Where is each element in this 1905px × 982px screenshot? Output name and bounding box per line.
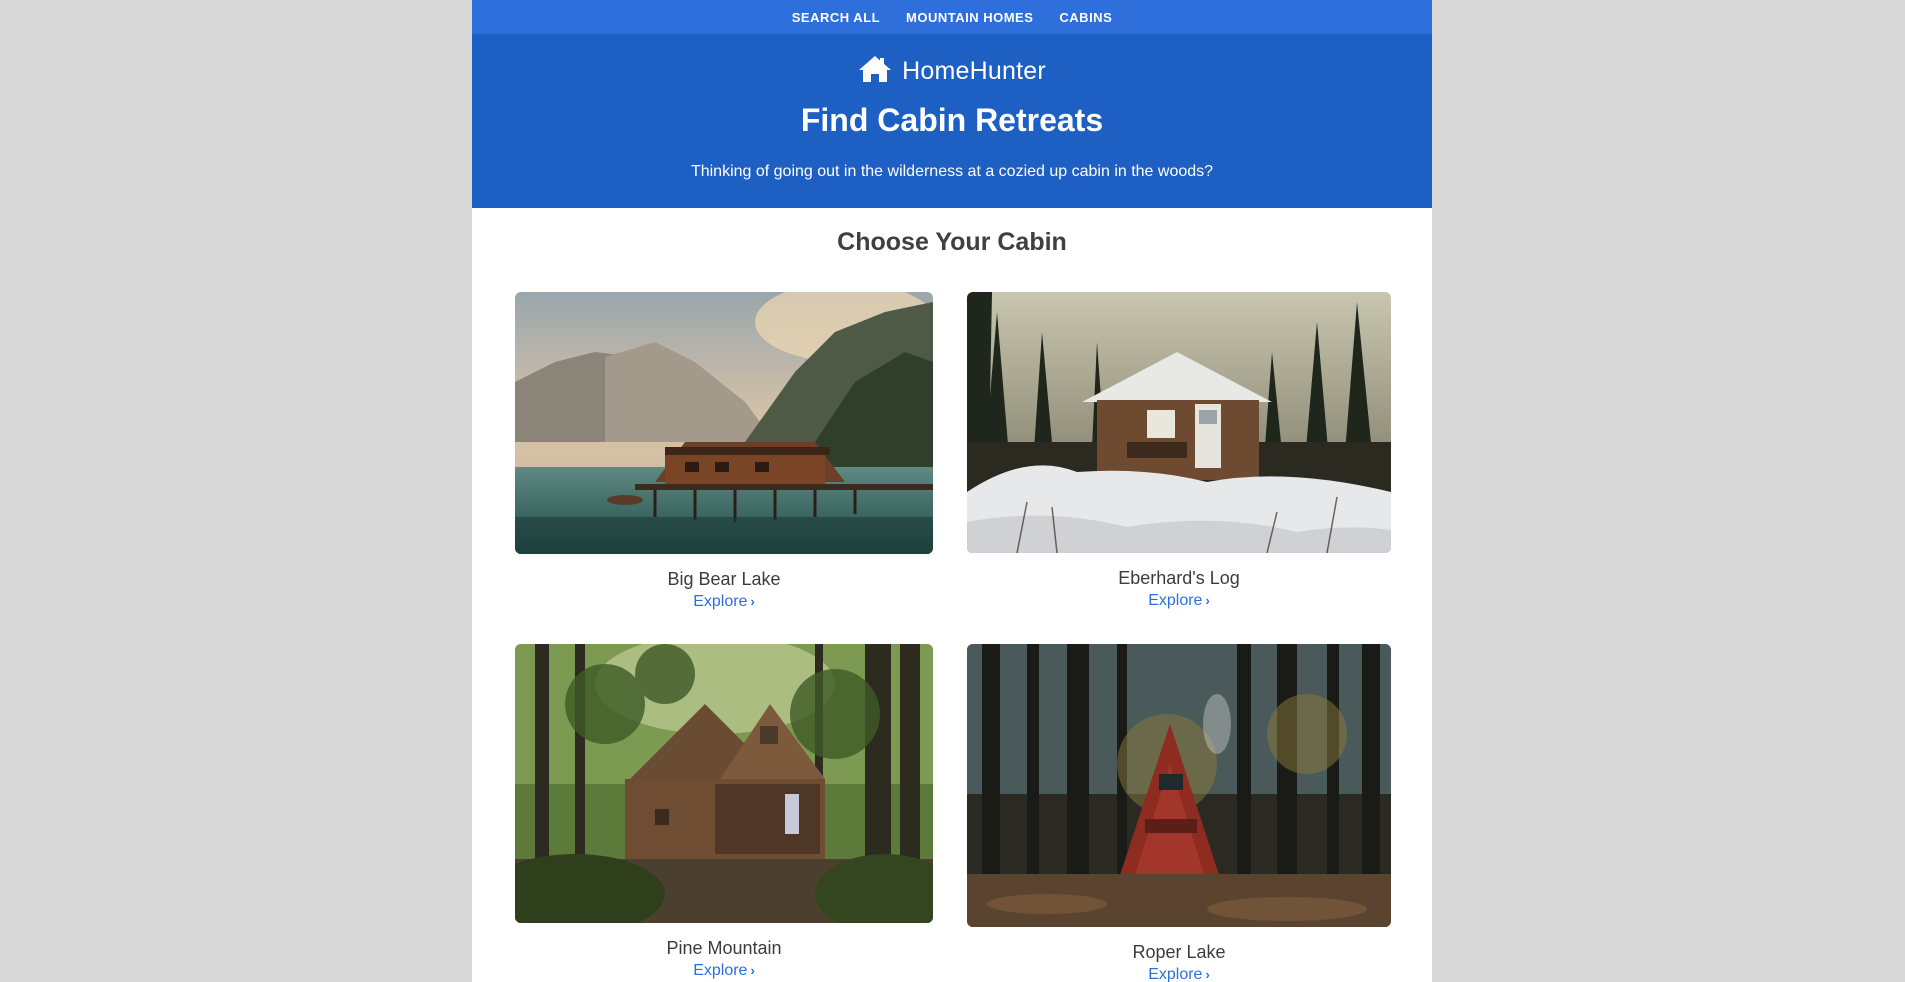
house-icon (858, 54, 892, 89)
cabin-card-eberhards-log: Eberhard's Log Explore › (967, 292, 1391, 610)
cabin-card-pine-mountain: Pine Mountain Explore › (515, 644, 933, 980)
chevron-right-icon: › (750, 963, 755, 978)
nav-search-all[interactable]: SEARCH ALL (792, 10, 880, 25)
explore-link-big-bear-lake[interactable]: Explore › (693, 593, 755, 611)
cabin-photo-big-bear-lake[interactable] (515, 292, 933, 554)
cabin-card-roper-lake: Roper Lake Explore › (967, 644, 1391, 982)
hero-banner: HomeHunter Find Cabin Retreats Thinking … (472, 34, 1432, 208)
brand-logo[interactable]: HomeHunter (472, 54, 1432, 89)
top-nav: SEARCH ALL MOUNTAIN HOMES CABINS (472, 0, 1432, 34)
nav-mountain-homes[interactable]: MOUNTAIN HOMES (906, 10, 1033, 25)
chevron-right-icon: › (750, 594, 755, 609)
section-title: Choose Your Cabin (837, 228, 1067, 256)
cabin-card-big-bear-lake: Big Bear Lake Explore › (515, 292, 933, 611)
cabin-name: Pine Mountain (666, 938, 782, 958)
chevron-right-icon: › (1205, 593, 1210, 608)
brand-name: HomeHunter (902, 57, 1046, 85)
explore-link-pine-mountain[interactable]: Explore › (693, 962, 755, 980)
cabin-photo-eberhards-log[interactable] (967, 292, 1391, 553)
cabin-photo-roper-lake[interactable] (967, 644, 1391, 927)
explore-link-roper-lake[interactable]: Explore › (1148, 966, 1210, 982)
cabin-name: Big Bear Lake (667, 569, 781, 589)
explore-link-eberhards-log[interactable]: Explore › (1148, 592, 1210, 610)
page-title: Find Cabin Retreats (800, 102, 1104, 138)
page-container: SEARCH ALL MOUNTAIN HOMES CABINS HomeHun… (472, 0, 1432, 982)
nav-cabins[interactable]: CABINS (1059, 10, 1112, 25)
cabin-name: Roper Lake (1132, 942, 1226, 962)
chevron-right-icon: › (1205, 967, 1210, 982)
cabin-photo-pine-mountain[interactable] (515, 644, 933, 923)
cabin-name: Eberhard's Log (1118, 568, 1240, 588)
hero-subtitle: Thinking of going out in the wilderness … (690, 163, 1214, 180)
